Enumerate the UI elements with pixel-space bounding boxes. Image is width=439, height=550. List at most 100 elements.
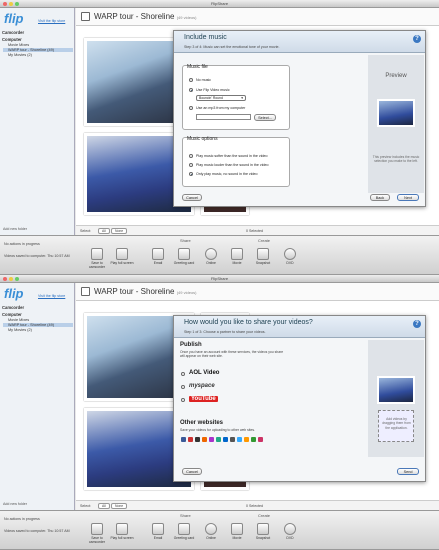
select-all-button[interactable]: All [98, 228, 110, 234]
back-button[interactable]: Back [370, 194, 390, 201]
flip-music-radio[interactable] [189, 88, 193, 92]
sidebar-item-movie-mixes[interactable]: Movie Mixes [8, 43, 29, 47]
zoom-window-icon[interactable] [15, 2, 19, 6]
only-music-radio[interactable] [189, 172, 193, 176]
cancel-button[interactable]: Cancel [182, 468, 202, 475]
online-icon[interactable] [205, 523, 217, 535]
site-icon[interactable] [202, 437, 207, 442]
youtube-logo[interactable]: YouTube [189, 396, 218, 402]
movie-icon[interactable] [231, 248, 243, 260]
sidebar-item-my-movies[interactable]: My Movies (2) [8, 328, 32, 332]
cancel-button[interactable]: Cancel [182, 194, 202, 201]
drop-text: Add videos by dragging them from the app… [382, 417, 411, 430]
status-text: No actions in progress [4, 517, 40, 521]
louder-radio[interactable] [189, 163, 193, 167]
no-music-radio[interactable] [189, 78, 193, 82]
sidebar-item-warp-tour[interactable]: WARP tour - Shoreline (49) [3, 48, 73, 52]
save-to-camcorder-icon[interactable] [91, 248, 103, 260]
music-track-select[interactable]: Bouncin' Round ▾ [196, 95, 246, 101]
screenshot-include-music: FlipShare flip Visit the flip store Camc… [0, 0, 439, 275]
minimize-window-icon[interactable] [9, 277, 13, 281]
site-icon[interactable] [223, 437, 228, 442]
help-icon[interactable]: ? [413, 320, 421, 328]
dialog-title: How would you like to share your videos? [184, 319, 313, 326]
sidebar-computer[interactable]: Computer [2, 312, 22, 317]
window-titlebar: FlipShare [0, 275, 439, 283]
myspace-logo[interactable]: myspace [189, 383, 215, 389]
select-all-button[interactable]: All [98, 503, 110, 509]
sidebar-computer[interactable]: Computer [2, 37, 22, 42]
add-folder-button[interactable]: Add new folder [3, 227, 27, 231]
save-to-camcorder-icon[interactable] [91, 523, 103, 535]
zoom-window-icon[interactable] [15, 277, 19, 281]
drop-zone[interactable]: Add videos by dragging them from the app… [378, 410, 414, 442]
help-icon[interactable]: ? [413, 35, 421, 43]
sidebar-camcorder[interactable]: Camcorder [2, 30, 24, 35]
greeting-card-icon[interactable] [178, 248, 190, 260]
main-header: WARP tour - Shoreline (49 videos) [76, 8, 439, 26]
select-file-button[interactable]: Select... [254, 114, 276, 121]
flip-logo: flip [4, 286, 24, 301]
online-icon[interactable] [205, 248, 217, 260]
site-icon[interactable] [195, 437, 200, 442]
site-icon[interactable] [244, 437, 249, 442]
email-icon[interactable] [152, 248, 164, 260]
selection-count: 0 Selected [246, 504, 263, 508]
movie-icon[interactable] [231, 523, 243, 535]
myspace-radio[interactable] [181, 385, 185, 389]
dvd-icon[interactable] [284, 523, 296, 535]
main-footer: Select: All None 0 Selected [76, 500, 439, 510]
window-title: FlipShare [210, 276, 229, 281]
sidebar-item-movie-mixes[interactable]: Movie Mixes [8, 318, 29, 322]
play-full-screen-icon[interactable] [116, 248, 128, 260]
send-button[interactable]: Send [397, 468, 419, 475]
greeting-card-icon[interactable] [178, 523, 190, 535]
mp3-radio[interactable] [189, 106, 193, 110]
page-title: WARP tour - Shoreline (49 videos) [94, 287, 197, 296]
softer-radio[interactable] [189, 154, 193, 158]
dialog-header: Include music Step 3 of 4: Music can set… [174, 31, 425, 53]
site-icon[interactable] [230, 437, 235, 442]
site-icon[interactable] [258, 437, 263, 442]
select-none-button[interactable]: None [111, 503, 128, 509]
preview-video[interactable] [377, 99, 415, 127]
preview-text: This preview includes the music selectio… [372, 155, 420, 164]
close-window-icon[interactable] [3, 277, 7, 281]
snapshot-icon[interactable] [257, 248, 269, 260]
store-link[interactable]: Visit the flip store [38, 294, 65, 298]
aol-radio[interactable] [181, 372, 185, 376]
next-button[interactable]: Next [397, 194, 419, 201]
play-full-screen-icon[interactable] [116, 523, 128, 535]
sidebar-item-my-movies[interactable]: My Movies (2) [8, 53, 32, 57]
close-window-icon[interactable] [3, 2, 7, 6]
screenshot-share-videos: FlipShare flip Visit the flip store Camc… [0, 275, 439, 550]
site-icon[interactable] [237, 437, 242, 442]
flip-logo: flip [4, 11, 24, 26]
site-icon[interactable] [188, 437, 193, 442]
sidebar-camcorder[interactable]: Camcorder [2, 305, 24, 310]
aol-video-logo[interactable]: AOL Video [189, 370, 219, 376]
site-icon[interactable] [251, 437, 256, 442]
site-icon[interactable] [209, 437, 214, 442]
minimize-window-icon[interactable] [9, 2, 13, 6]
music-file-label: Music file [187, 64, 208, 70]
store-link[interactable]: Visit the flip store [38, 19, 65, 23]
folder-icon [81, 287, 90, 296]
music-file-panel: Music file No music Use Flip Video music… [182, 64, 290, 130]
dialog-header: How would you like to share your videos?… [174, 316, 425, 338]
sidebar-item-warp-tour[interactable]: WARP tour - Shoreline (49) [3, 323, 73, 327]
site-icon[interactable] [216, 437, 221, 442]
add-folder-button[interactable]: Add new folder [3, 502, 27, 506]
snapshot-icon[interactable] [257, 523, 269, 535]
select-none-button[interactable]: None [111, 228, 128, 234]
site-icon[interactable] [181, 437, 186, 442]
dvd-icon[interactable] [284, 248, 296, 260]
other-websites-heading: Other websites [180, 420, 224, 426]
selection-count: 0 Selected [246, 229, 263, 233]
selected-video-thumbnail[interactable] [377, 376, 415, 404]
bottom-toolbar: No actions in progress Videos saved to c… [0, 235, 439, 274]
mp3-path-field[interactable] [196, 114, 251, 120]
youtube-radio[interactable] [181, 398, 185, 402]
email-icon[interactable] [152, 523, 164, 535]
dialog-subtitle: Step 1 of 3: Choose a partner to share y… [184, 330, 266, 334]
